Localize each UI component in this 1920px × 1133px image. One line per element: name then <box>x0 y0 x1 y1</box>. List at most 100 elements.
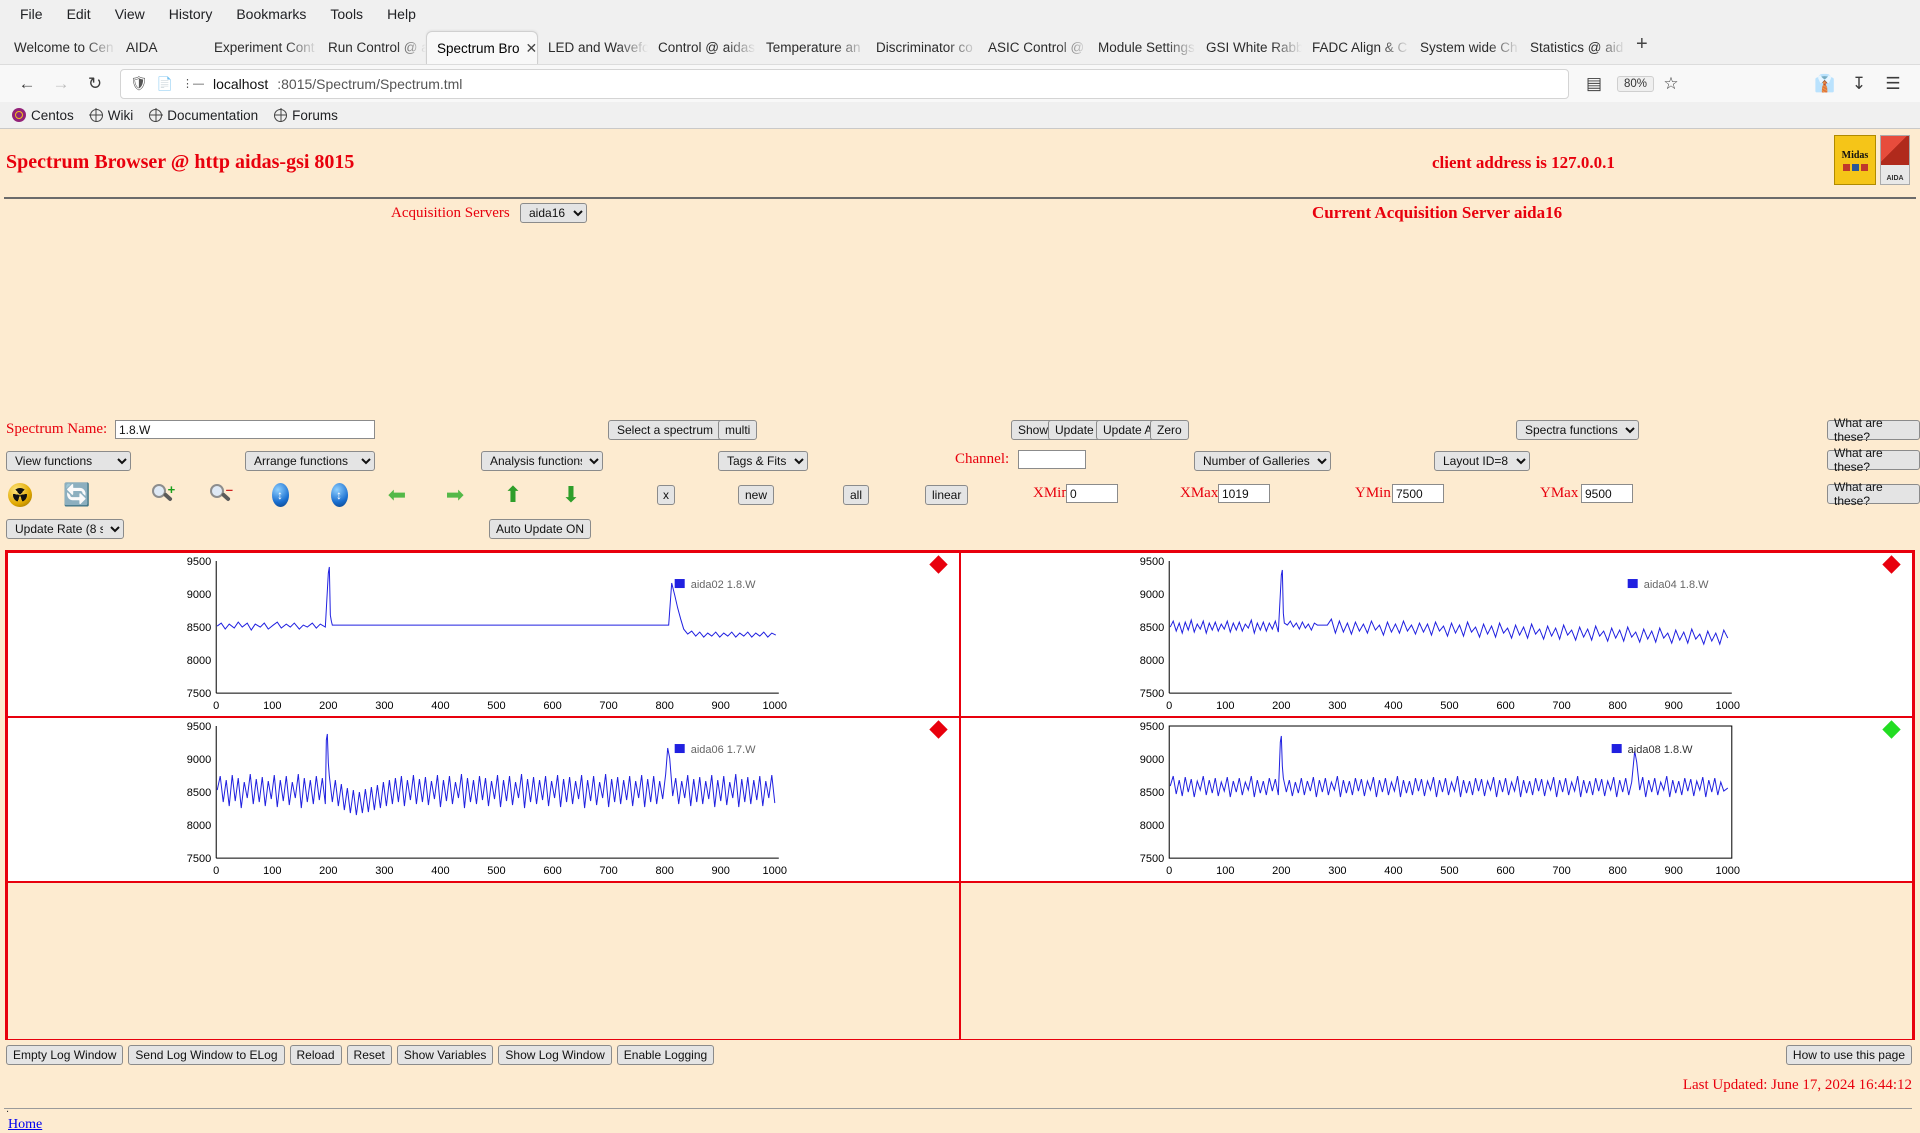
arrange-functions-dropdown[interactable]: Arrange functions <box>245 451 375 471</box>
tab-control[interactable]: Control @ aidas <box>648 31 756 64</box>
what-are-these-button-3[interactable]: What are these? <box>1827 484 1920 504</box>
linear-button[interactable]: linear <box>925 485 968 505</box>
reset-button[interactable]: Reset <box>347 1045 392 1065</box>
menu-edit[interactable]: Edit <box>55 3 103 25</box>
menu-bookmarks[interactable]: Bookmarks <box>224 3 318 25</box>
radioactive-icon[interactable] <box>5 481 35 509</box>
plot-cell-empty-right[interactable] <box>960 882 1913 1040</box>
arrow-down-icon[interactable]: ⬇ <box>556 481 586 509</box>
tab-run-control[interactable]: Run Control @ a <box>318 31 426 64</box>
arrow-up-icon[interactable]: ⬆ <box>498 481 528 509</box>
xmin-input[interactable] <box>1066 484 1118 503</box>
acquisition-server-select[interactable]: aida16 <box>520 203 587 223</box>
tab-led-waveform[interactable]: LED and Wavefo <box>538 31 648 64</box>
show-log-window-button[interactable]: Show Log Window <box>498 1045 611 1065</box>
enable-logging-button[interactable]: Enable Logging <box>617 1045 714 1065</box>
plot-cell-empty-left[interactable] <box>7 882 960 1040</box>
tab-temperature[interactable]: Temperature an <box>756 31 866 64</box>
xmax-input[interactable] <box>1218 484 1270 503</box>
zero-button[interactable]: Zero <box>1150 420 1189 440</box>
shield-icon[interactable]: 🛡 <box>130 75 148 92</box>
bookmark-wiki[interactable]: Wiki <box>90 108 134 123</box>
x-button[interactable]: x <box>657 485 675 505</box>
bookmark-centos[interactable]: Centos <box>12 108 74 123</box>
bookmark-star-icon[interactable]: ☆ <box>1654 69 1688 99</box>
bookmark-forums[interactable]: Forums <box>274 108 338 123</box>
tab-discriminator[interactable]: Discriminator co <box>866 31 978 64</box>
send-log-to-elog-button[interactable]: Send Log Window to ELog <box>128 1045 284 1065</box>
tab-module-settings[interactable]: Module Settings <box>1088 31 1196 64</box>
expand-vertical-icon[interactable]: ↕ <box>265 481 295 509</box>
forward-icon[interactable]: → <box>44 69 78 99</box>
spectrum-name-input[interactable] <box>115 420 375 439</box>
home-link[interactable]: Home <box>8 1117 42 1133</box>
refresh-icon[interactable]: 🔄 <box>62 481 92 509</box>
plot-cell-aida06[interactable]: 95009000 85008000 7500 0100200 300400500… <box>7 717 960 882</box>
channel-input[interactable] <box>1018 450 1086 469</box>
tab-system-wide[interactable]: System wide Ch <box>1410 31 1520 64</box>
plot-cell-aida02[interactable]: 95009000 85008000 7500 0100200 300400500… <box>7 552 960 717</box>
svg-text:700: 700 <box>1552 700 1570 712</box>
new-tab-button[interactable]: + <box>1626 34 1658 58</box>
tab-label: GSI White Rabb <box>1206 40 1302 55</box>
reader-view-icon[interactable]: ▤ <box>1577 69 1611 99</box>
menu-file[interactable]: File <box>8 3 55 25</box>
tab-white-rabbit[interactable]: GSI White Rabb <box>1196 31 1302 64</box>
tab-spectrum-browser[interactable]: Spectrum Bro ✕ <box>426 31 538 64</box>
back-icon[interactable]: ← <box>10 69 44 99</box>
view-functions-dropdown[interactable]: View functions <box>6 451 131 471</box>
svg-text:400: 400 <box>1384 865 1402 877</box>
empty-log-window-button[interactable]: Empty Log Window <box>6 1045 123 1065</box>
what-are-these-button-1[interactable]: What are these? <box>1827 420 1920 440</box>
bookmark-documentation[interactable]: Documentation <box>149 108 258 123</box>
zoom-in-icon[interactable]: + <box>148 481 178 509</box>
permissions-icon[interactable]: ⋮— <box>182 77 204 90</box>
what-are-these-button-2[interactable]: What are these? <box>1827 450 1920 470</box>
download-icon[interactable]: ↧ <box>1842 69 1876 99</box>
tab-aida[interactable]: AIDA <box>116 31 204 64</box>
menu-view[interactable]: View <box>103 3 157 25</box>
menu-icon[interactable]: ☰ <box>1876 69 1910 99</box>
zoom-level-badge[interactable]: 80% <box>1617 76 1654 92</box>
menu-tools[interactable]: Tools <box>318 3 375 25</box>
multi-button[interactable]: multi <box>718 420 757 440</box>
svg-text:9000: 9000 <box>1140 754 1164 766</box>
plot-cell-aida04[interactable]: 95009000 85008000 7500 0100200 300400500… <box>960 552 1913 717</box>
menu-history[interactable]: History <box>157 3 225 25</box>
reload-button[interactable]: Reload <box>290 1045 342 1065</box>
layout-id-dropdown[interactable]: Layout ID=8 <box>1434 451 1530 471</box>
reload-icon[interactable]: ↻ <box>78 69 112 99</box>
tab-label: FADC Align & C <box>1312 40 1407 55</box>
zoom-out-icon[interactable]: – <box>206 481 236 509</box>
tab-asic-control[interactable]: ASIC Control @ <box>978 31 1088 64</box>
menu-help[interactable]: Help <box>375 3 428 25</box>
pocket-icon[interactable]: 👔 <box>1808 69 1842 99</box>
tab-statistics[interactable]: Statistics @ aid <box>1520 31 1626 64</box>
analysis-functions-dropdown[interactable]: Analysis functions <box>481 451 603 471</box>
tags-and-fits-dropdown[interactable]: Tags & Fits <box>718 451 808 471</box>
tab-experiment-control[interactable]: Experiment Cont <box>204 31 318 64</box>
tab-fadc-align[interactable]: FADC Align & C <box>1302 31 1410 64</box>
url-bar[interactable]: 🛡 📄 ⋮— localhost:8015/Spectrum/Spectrum.… <box>120 69 1569 99</box>
auto-update-button[interactable]: Auto Update ON <box>489 519 591 539</box>
arrow-right-icon[interactable]: ➡ <box>440 481 470 509</box>
update-button[interactable]: Update <box>1048 420 1101 440</box>
svg-text:9000: 9000 <box>187 754 211 766</box>
plot-cell-aida08[interactable]: 95009000 85008000 7500 0100200 300400500… <box>960 717 1913 882</box>
ymin-input[interactable] <box>1392 484 1444 503</box>
svg-text:400: 400 <box>1384 700 1402 712</box>
update-rate-dropdown[interactable]: Update Rate (8 secs) <box>6 519 124 539</box>
contract-vertical-icon[interactable]: ↕ <box>324 481 354 509</box>
tab-close-icon[interactable]: ✕ <box>526 40 538 57</box>
number-of-galleries-dropdown[interactable]: Number of Galleries <box>1194 451 1331 471</box>
new-button[interactable]: new <box>738 485 774 505</box>
select-spectrum-dropdown[interactable]: Select a spectrum <box>608 420 735 440</box>
svg-text:500: 500 <box>1440 865 1458 877</box>
show-variables-button[interactable]: Show Variables <box>397 1045 494 1065</box>
tab-welcome[interactable]: Welcome to Cen <box>4 31 116 64</box>
all-button[interactable]: all <box>843 485 869 505</box>
how-to-use-button[interactable]: How to use this page <box>1786 1045 1912 1065</box>
spectra-functions-dropdown[interactable]: Spectra functions <box>1516 420 1639 440</box>
ymax-input[interactable] <box>1581 484 1633 503</box>
arrow-left-icon[interactable]: ⬅ <box>382 481 412 509</box>
